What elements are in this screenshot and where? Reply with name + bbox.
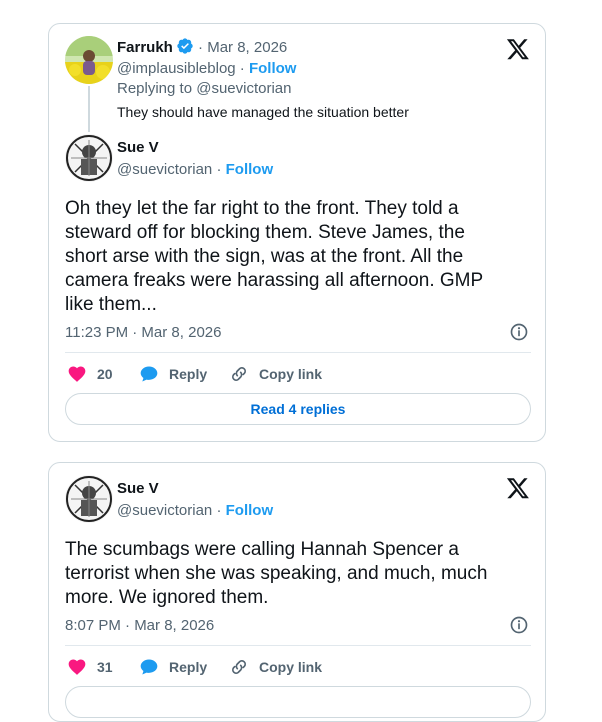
parent-tweet-text: They should have managed the situation b… (117, 104, 409, 120)
like-button[interactable]: 20 (67, 363, 113, 385)
tweet-timestamp[interactable]: 8:07 PM · Mar 8, 2026 (65, 617, 214, 634)
avatar-sue-v[interactable] (65, 134, 113, 182)
avatar-farrukh[interactable] (65, 36, 113, 84)
link-icon (232, 660, 246, 674)
avatar-image (65, 36, 113, 84)
parent-handle-row: @implausibleblog · Follow (117, 60, 296, 77)
separator: · (198, 39, 204, 56)
reply-handle[interactable]: @suevictorian (117, 502, 212, 519)
divider (65, 352, 531, 353)
x-logo-icon[interactable] (506, 37, 530, 61)
reply-bubble-icon (140, 366, 158, 382)
avatar-sue-v[interactable] (65, 475, 113, 523)
info-icon[interactable] (509, 322, 529, 342)
info-icon[interactable] (509, 615, 529, 635)
reply-handle-row: @suevictorian · Follow (117, 161, 273, 178)
reply-button[interactable]: Reply (139, 656, 207, 678)
embedded-tweet-card: Farrukh · Mar 8, 2026 @implausibleblog ·… (48, 23, 546, 442)
reply-button[interactable]: Reply (139, 363, 207, 385)
reply-author-name[interactable]: Sue V (117, 480, 159, 497)
reply-label: Reply (169, 366, 208, 382)
parent-date[interactable]: Mar 8, 2026 (207, 39, 287, 56)
read-replies-button[interactable]: Read 4 replies (65, 393, 531, 425)
separator: · (216, 161, 222, 178)
copy-link-label: Copy link (259, 659, 323, 675)
avatar-image (65, 134, 113, 182)
reply-bubble-icon (140, 659, 158, 675)
copy-link-button[interactable]: Copy link (229, 656, 322, 678)
copy-link-label: Copy link (259, 366, 323, 382)
heart-icon (68, 659, 86, 675)
reply-author-name[interactable]: Sue V (117, 139, 159, 156)
separator: · (239, 60, 245, 77)
avatar-image (65, 475, 113, 523)
tweet-text: Oh they let the far right to the front. … (65, 198, 483, 315)
copy-link-button[interactable]: Copy link (229, 363, 322, 385)
thread-connector (88, 86, 90, 132)
tweet-timestamp[interactable]: 11:23 PM · Mar 8, 2026 (65, 324, 221, 341)
like-count: 20 (97, 366, 113, 382)
like-count: 31 (97, 659, 113, 675)
follow-button[interactable]: Follow (226, 502, 274, 519)
tweet-text: The scumbags were calling Hannah Spencer… (65, 539, 488, 608)
separator: · (216, 502, 222, 519)
reply-handle[interactable]: @suevictorian (117, 161, 212, 178)
follow-button[interactable]: Follow (226, 161, 274, 178)
replying-to-label[interactable]: Replying to @suevictorian (117, 80, 291, 97)
follow-button[interactable]: Follow (249, 60, 297, 77)
parent-author-name[interactable]: Farrukh (117, 39, 173, 56)
x-logo-icon[interactable] (506, 476, 530, 500)
reply-label: Reply (169, 659, 208, 675)
embedded-tweet-card: Sue V @suevictorian · Follow The scumbag… (48, 462, 546, 722)
like-button[interactable]: 31 (67, 656, 113, 678)
divider (65, 645, 531, 646)
reply-handle-row: @suevictorian · Follow (117, 502, 273, 519)
verified-badge-icon (177, 38, 193, 54)
parent-handle[interactable]: @implausibleblog (117, 60, 236, 77)
heart-icon (68, 366, 86, 382)
parent-author-row: Farrukh · Mar 8, 2026 (117, 37, 287, 56)
link-icon (232, 367, 246, 381)
